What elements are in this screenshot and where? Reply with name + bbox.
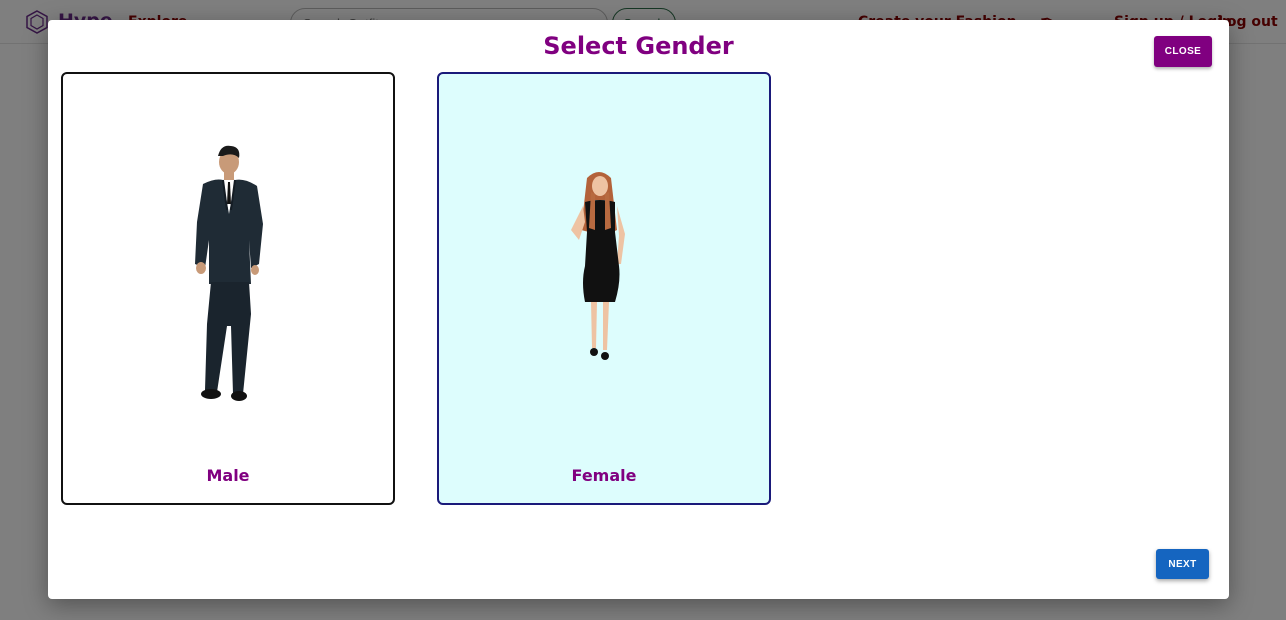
male-figure-image	[195, 145, 263, 401]
gender-option-female[interactable]: Female	[437, 72, 771, 505]
select-gender-dialog: Select Gender CLOSE Male Female NEXT	[48, 20, 1229, 599]
female-figure-image	[571, 172, 625, 360]
next-button[interactable]: NEXT	[1156, 549, 1209, 579]
dialog-title: Select Gender	[543, 32, 734, 60]
gender-label-female: Female	[571, 466, 637, 485]
gender-label-male: Male	[206, 466, 250, 485]
close-button[interactable]: CLOSE	[1154, 36, 1212, 67]
gender-option-male[interactable]: Male	[61, 72, 395, 505]
